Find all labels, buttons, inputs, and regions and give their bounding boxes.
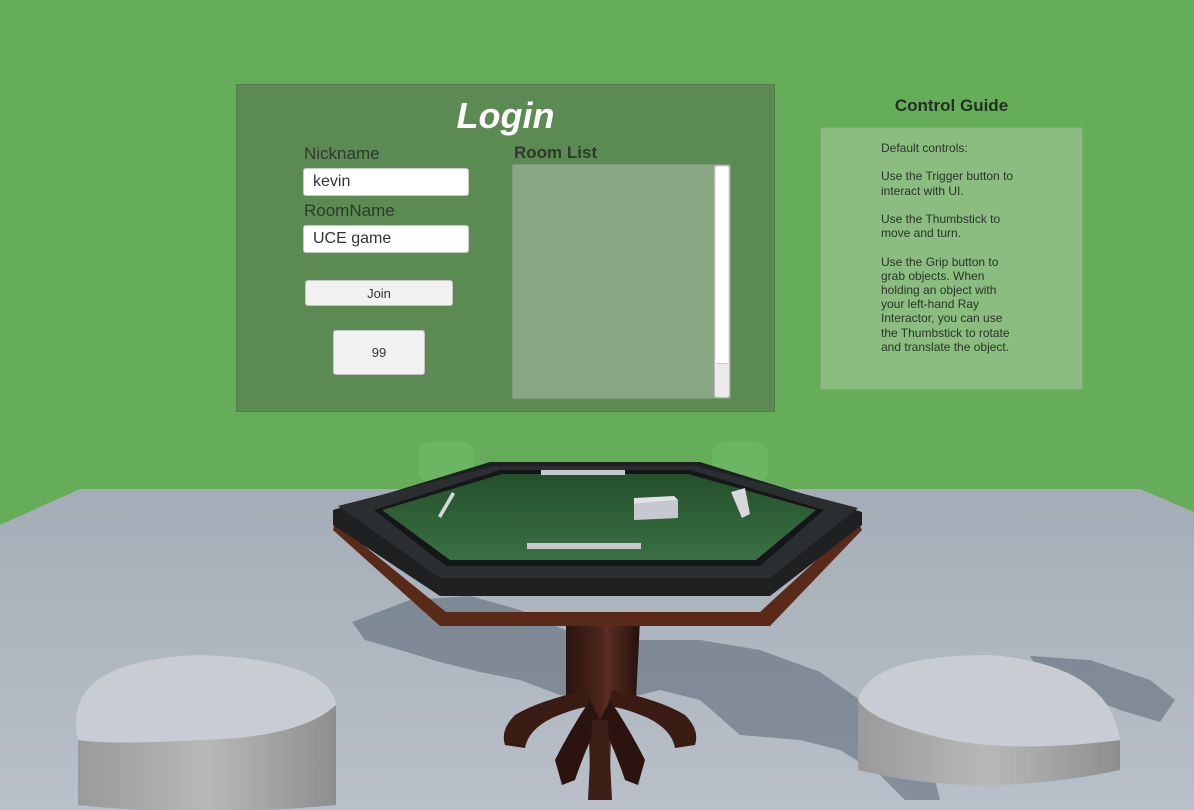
join-button[interactable]: Join bbox=[305, 280, 453, 306]
room-list-scroll-handle[interactable] bbox=[716, 167, 728, 364]
control-guide-text: Default controls: Use the Trigger button… bbox=[881, 141, 1014, 354]
login-title: Login bbox=[456, 95, 555, 136]
roomname-input[interactable] bbox=[303, 225, 469, 253]
control-guide-panel: Default controls: Use the Trigger button… bbox=[820, 127, 1083, 390]
login-panel: Login Nickname RoomName Join 99 Room Lis… bbox=[236, 84, 775, 412]
nickname-input[interactable] bbox=[303, 168, 469, 196]
nickname-label: Nickname bbox=[304, 144, 380, 163]
left-stool bbox=[75, 655, 336, 810]
room-list-label: Room List bbox=[514, 143, 598, 162]
counter-button[interactable]: 99 bbox=[333, 330, 425, 375]
control-guide-title: Control Guide bbox=[894, 96, 1009, 115]
roomname-label: RoomName bbox=[304, 201, 395, 220]
room-list[interactable] bbox=[512, 164, 731, 399]
room-list-scrollbar[interactable] bbox=[714, 165, 730, 398]
